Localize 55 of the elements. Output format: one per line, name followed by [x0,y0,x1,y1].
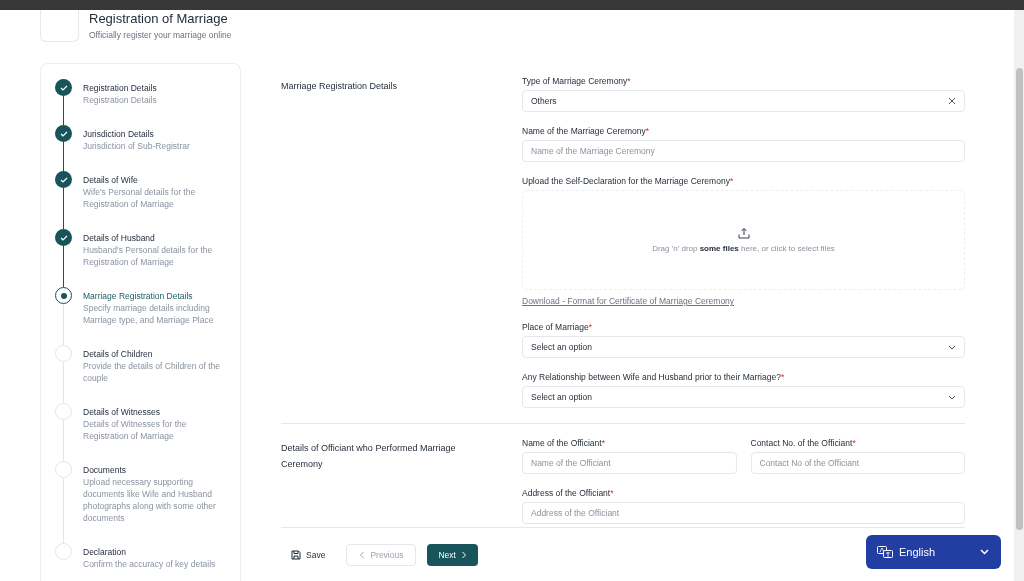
next-button[interactable]: Next [427,543,478,566]
input-field[interactable]: Address of the Officiant [522,502,965,524]
step-title[interactable]: Registration Details [83,82,157,94]
step-description: Provide the details of Children of the couple [83,360,222,384]
step-title[interactable]: Details of Husband [83,232,223,244]
logo-frame [40,10,79,42]
step-title[interactable]: Documents [83,464,223,476]
check-icon [59,234,68,241]
select-field[interactable]: Select an option [522,336,965,358]
upload-icon [737,227,750,239]
step-title[interactable]: Declaration [83,546,216,558]
input-field[interactable]: Name of the Officiant [522,452,737,474]
step-description: Jurisdiction of Sub-Registrar [83,140,190,152]
field-label: Place of Marriage* [522,322,593,333]
step-title[interactable]: Jurisdiction Details [83,128,190,140]
upload-hint: Drag 'n' drop some files here, or click to select files [652,244,835,253]
field-label: Address of the Officiant* [522,488,615,499]
upload-dropzone[interactable]: Drag 'n' drop some files here, or click to select files [522,190,965,290]
step-title[interactable]: Details of Wife [83,174,223,186]
field-label: Type of Marriage Ceremony* [522,76,632,87]
step-description: Upload necessary supporting documents like Wife and Husband photographs along with some other documents [83,476,217,524]
step-title[interactable]: Details of Children [83,348,223,360]
step-description: Wife's Personal details for the Registration of Marriage [83,186,197,210]
field-label: Any Relationship between Wife and Husband prior to their Marriage?* [522,372,786,383]
check-icon [59,176,68,183]
chevron-left-icon [359,550,366,559]
step-description: Specify marriage details including Marriage type, and Marriage Place [83,302,215,326]
input-field[interactable]: Contact No of the Officiant [750,452,965,474]
step-description: Husband's Personal details for the Registration of Marriage [83,244,214,268]
check-icon [59,84,68,91]
language-button[interactable]: English [866,535,1001,569]
section-title: Details of Officiant who Performed Marriage Ceremony [281,442,456,471]
select-field[interactable]: Others [522,90,965,112]
check-icon [59,130,68,137]
step-description: Details of Witnesses for the Registration of Marriage [83,418,188,442]
input-field[interactable]: Name of the Marriage Ceremony [522,140,965,162]
step-title[interactable]: Details of Witnesses [83,406,223,418]
step-description: Registration Details [83,94,157,106]
step-description: Confirm the accuracy of key details [83,558,216,570]
select-field[interactable]: Select an option [522,386,965,408]
scrollbar[interactable] [1014,10,1024,581]
page-subtitle: Officially register your marriage online [89,30,232,40]
step-title[interactable]: Marriage Registration Details [83,290,223,302]
field-label: Contact No. of the Officiant* [750,438,857,449]
field-label: Name of the Officiant* [522,438,606,449]
chevron-right-icon [460,550,467,559]
chevron-down-icon [980,549,989,555]
download-link[interactable]: Download - Format for Certificate of Marriage Ceremony [522,296,735,306]
section-title: Marriage Registration Details [281,80,399,93]
save-icon [291,549,301,560]
field-label: Name of the Marriage Ceremony* [522,126,651,137]
translate-icon [877,546,893,558]
page-title: Registration of Marriage [89,11,229,26]
field-label: Upload the Self-Declaration for the Marriage Ceremony* [522,176,735,187]
save-button[interactable]: Save [290,543,327,566]
